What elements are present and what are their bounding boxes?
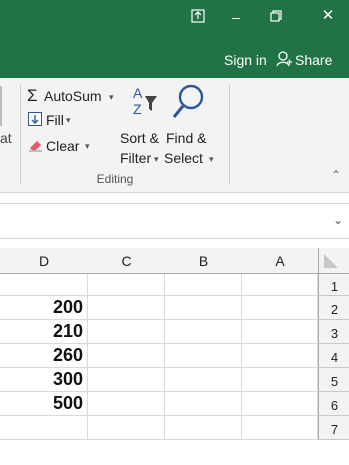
cell-d1[interactable] bbox=[0, 274, 88, 296]
share-label: Share bbox=[295, 52, 333, 68]
cell-c1[interactable] bbox=[88, 274, 165, 296]
group-separator bbox=[0, 86, 2, 126]
restore-icon[interactable] bbox=[266, 7, 286, 27]
column-header-d[interactable]: D bbox=[0, 248, 89, 274]
formula-bar[interactable]: ⌄ bbox=[0, 203, 349, 239]
cell-b4[interactable] bbox=[165, 344, 242, 368]
share-button[interactable]: Share bbox=[270, 46, 334, 72]
row-header-6[interactable]: 6 bbox=[318, 392, 349, 416]
cell-a7[interactable] bbox=[242, 416, 318, 440]
ribbon-editing-group: at Σ AutoSum ▾ Fill ▾ Clear ▾ A Z Sort &… bbox=[0, 78, 349, 193]
cell-b6[interactable] bbox=[165, 392, 242, 416]
sort-filter-label-1: Sort & bbox=[120, 130, 159, 146]
cell-value: 210 bbox=[52, 321, 83, 341]
cell-b1[interactable] bbox=[165, 274, 242, 296]
fill-label: Fill bbox=[46, 112, 64, 128]
cell-value: 200 bbox=[52, 297, 83, 317]
chevron-down-icon: ▾ bbox=[85, 141, 90, 151]
expand-formula-bar-icon[interactable]: ⌄ bbox=[333, 213, 343, 227]
cell-b5[interactable] bbox=[165, 368, 242, 392]
cut-off-label: at bbox=[0, 130, 12, 146]
cell-a3[interactable] bbox=[242, 320, 318, 344]
cell-a2[interactable] bbox=[242, 296, 318, 320]
find-select-button[interactable]: Find & Select ▾ bbox=[164, 82, 220, 170]
row-header-5[interactable]: 5 bbox=[318, 368, 349, 392]
cell-a4[interactable] bbox=[242, 344, 318, 368]
chevron-down-icon: ▾ bbox=[209, 154, 214, 164]
svg-text:Z: Z bbox=[133, 101, 142, 117]
clear-button[interactable]: Clear ▾ bbox=[27, 134, 97, 156]
cell-a1[interactable] bbox=[242, 274, 318, 296]
cell-c3[interactable] bbox=[88, 320, 165, 344]
cell-d4[interactable]: 260 bbox=[0, 344, 88, 368]
fill-down-icon bbox=[28, 112, 42, 131]
cell-d6[interactable]: 500 bbox=[0, 392, 88, 416]
find-select-label-1: Find & bbox=[166, 130, 207, 146]
find-select-label-2: Select bbox=[164, 150, 203, 166]
group-label: Editing bbox=[96, 172, 134, 186]
cell-c4[interactable] bbox=[88, 344, 165, 368]
cell-c6[interactable] bbox=[88, 392, 165, 416]
sign-in-link[interactable]: Sign in bbox=[224, 52, 267, 68]
cell-c5[interactable] bbox=[88, 368, 165, 392]
cell-b7[interactable] bbox=[165, 416, 242, 440]
cell-b3[interactable] bbox=[165, 320, 242, 344]
autosum-button[interactable]: Σ AutoSum ▾ bbox=[27, 84, 122, 106]
collapse-ribbon-icon[interactable]: ⌃ bbox=[331, 168, 341, 182]
autosum-label: AutoSum bbox=[44, 88, 102, 104]
fill-button[interactable]: Fill ▾ bbox=[27, 108, 87, 130]
row-header-4[interactable]: 4 bbox=[318, 344, 349, 368]
cell-d5[interactable]: 300 bbox=[0, 368, 88, 392]
svg-text:A: A bbox=[133, 85, 143, 101]
cell-a5[interactable] bbox=[242, 368, 318, 392]
select-all-button[interactable] bbox=[318, 248, 349, 274]
chevron-down-icon: ▾ bbox=[109, 92, 114, 102]
chevron-down-icon: ▾ bbox=[154, 154, 159, 164]
clear-label: Clear bbox=[46, 138, 80, 154]
column-header-c[interactable]: C bbox=[88, 248, 166, 274]
cell-d3[interactable]: 210 bbox=[0, 320, 88, 344]
group-divider bbox=[229, 84, 230, 184]
title-bar: – ✕ Sign in Share bbox=[0, 0, 349, 78]
eraser-icon bbox=[28, 138, 44, 157]
row-header-1[interactable]: 1 bbox=[318, 274, 349, 296]
column-header-b[interactable]: B bbox=[165, 248, 243, 274]
column-header-a[interactable]: A bbox=[242, 248, 319, 274]
cell-c7[interactable] bbox=[88, 416, 165, 440]
search-icon bbox=[172, 84, 204, 125]
cell-d7[interactable] bbox=[0, 416, 88, 440]
chevron-down-icon: ▾ bbox=[66, 115, 71, 125]
cell-a6[interactable] bbox=[242, 392, 318, 416]
cell-value: 500 bbox=[52, 393, 83, 413]
cell-d2[interactable]: 200 bbox=[0, 296, 88, 320]
spreadsheet-grid: D C B A 1 200 2 210 3 260 4 300 5 500 6 7 bbox=[0, 248, 349, 465]
sort-filter-icon: A Z bbox=[132, 84, 158, 123]
sort-filter-label-2: Filter bbox=[120, 150, 152, 166]
row-header-3[interactable]: 3 bbox=[318, 320, 349, 344]
cell-value: 300 bbox=[52, 369, 83, 389]
person-icon bbox=[276, 51, 292, 72]
group-divider bbox=[20, 84, 21, 184]
ribbon-display-options-icon[interactable] bbox=[188, 8, 208, 28]
sigma-icon: Σ bbox=[27, 86, 38, 105]
row-header-7[interactable]: 7 bbox=[318, 416, 349, 440]
cell-value: 260 bbox=[52, 345, 83, 365]
row-header-2[interactable]: 2 bbox=[318, 296, 349, 320]
close-icon[interactable]: ✕ bbox=[318, 6, 338, 26]
cell-c2[interactable] bbox=[88, 296, 165, 320]
minimize-icon[interactable]: – bbox=[226, 7, 246, 27]
cell-b2[interactable] bbox=[165, 296, 242, 320]
